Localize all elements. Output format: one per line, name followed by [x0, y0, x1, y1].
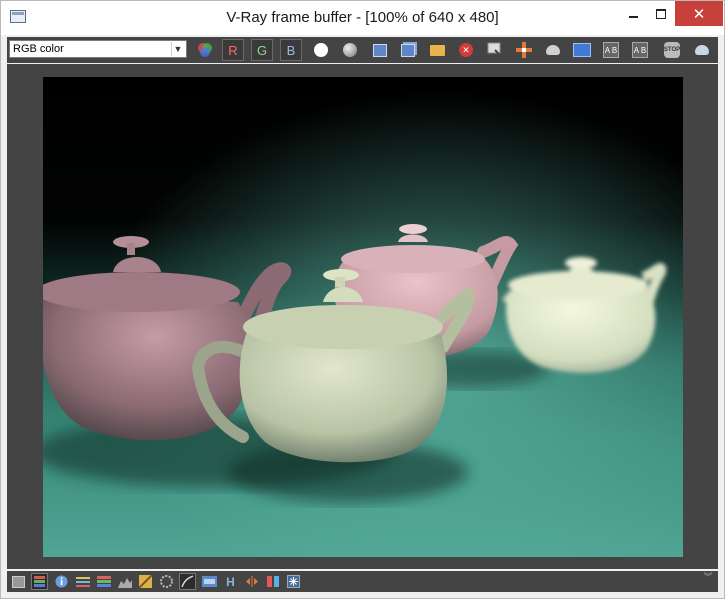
srgb-icon	[202, 576, 217, 587]
close-button[interactable]: ✕	[675, 1, 723, 26]
save-icon	[373, 43, 387, 57]
monochrome-icon	[314, 43, 328, 57]
render-region-button[interactable]	[542, 39, 564, 61]
render-viewport[interactable]	[7, 64, 718, 569]
save-all-button[interactable]	[397, 39, 419, 61]
curves-icon	[96, 576, 111, 587]
history-icon	[573, 43, 591, 57]
srgb-button[interactable]	[201, 573, 218, 590]
green-channel-label: G	[251, 39, 273, 61]
channel-select-value: RGB color	[13, 43, 64, 55]
settings-icon	[287, 575, 300, 588]
clear-icon: ✕	[459, 43, 473, 57]
red-channel-label: R	[222, 39, 244, 61]
split-button[interactable]	[243, 573, 260, 590]
compare-a-button[interactable]: A B	[600, 39, 622, 61]
history-icon	[266, 576, 279, 587]
channel-select[interactable]: RGB color ▼	[9, 40, 187, 58]
copy-to-max-icon	[487, 42, 503, 58]
exposure-button[interactable]	[116, 573, 133, 590]
folder-icon	[429, 44, 445, 56]
settings-button[interactable]	[285, 573, 302, 590]
teapot-icon	[546, 45, 560, 55]
hsv-button[interactable]	[158, 573, 175, 590]
maximize-icon	[656, 8, 666, 19]
h-label: H	[226, 574, 235, 589]
track-mouse-button[interactable]	[513, 39, 535, 61]
teapot-render	[43, 77, 683, 557]
info-button[interactable]	[53, 573, 70, 590]
save-all-icon	[401, 43, 415, 57]
info-icon	[55, 575, 68, 588]
frame-icon	[12, 575, 25, 588]
lens-effects-button[interactable]	[179, 573, 196, 590]
color-mode-button[interactable]	[194, 39, 216, 61]
close-icon: ✕	[692, 5, 706, 23]
compare-b-icon: A B	[632, 42, 648, 58]
load-button[interactable]	[426, 39, 448, 61]
alpha-icon	[343, 43, 357, 57]
green-channel-button[interactable]: G	[251, 39, 273, 61]
stop-button[interactable]: STOP	[661, 39, 683, 61]
lut-icon	[139, 575, 152, 588]
history-panel-button[interactable]	[264, 573, 281, 590]
copy-to-max-button[interactable]	[484, 39, 506, 61]
history-button[interactable]	[571, 39, 593, 61]
track-mouse-icon	[516, 42, 532, 58]
vfb-window: V-Ray frame buffer - [100% of 640 x 480]…	[0, 0, 725, 599]
blue-channel-label: B	[280, 39, 302, 61]
color-corrections-icon	[34, 576, 45, 587]
chevron-down-icon[interactable]: ▼	[171, 42, 184, 56]
curves-button[interactable]	[95, 573, 112, 590]
window-title: V-Ray frame buffer - [100% of 640 x 480]	[226, 9, 499, 26]
title-bar[interactable]: V-Ray frame buffer - [100% of 640 x 480]…	[1, 1, 724, 35]
maximize-button[interactable]	[647, 1, 675, 26]
color-corrections-button[interactable]	[31, 573, 48, 590]
split-icon	[245, 576, 258, 587]
hsv-icon	[160, 575, 173, 588]
clear-button[interactable]: ✕	[455, 39, 477, 61]
minimize-button[interactable]	[619, 1, 647, 26]
levels-button[interactable]	[74, 573, 91, 590]
h-button[interactable]: H	[222, 573, 239, 590]
rgb-color-icon	[198, 43, 212, 57]
levels-icon	[75, 577, 90, 587]
blue-channel-button[interactable]: B	[280, 39, 302, 61]
frame-button[interactable]	[10, 573, 27, 590]
compare-b-button[interactable]: A B	[629, 39, 651, 61]
render-teapot-icon	[695, 45, 709, 55]
lut-button[interactable]	[137, 573, 154, 590]
monochrome-button[interactable]	[310, 39, 332, 61]
minimize-icon	[628, 15, 638, 18]
lens-effects-icon	[181, 575, 194, 588]
rendered-image	[43, 77, 683, 557]
render-button[interactable]	[691, 39, 713, 61]
expand-icon[interactable]: ︾	[701, 573, 715, 588]
exposure-icon	[117, 578, 132, 588]
alpha-button[interactable]	[339, 39, 361, 61]
toolbar: RGB color ▼ R G B ✕ A B A B STOP	[7, 37, 718, 63]
red-channel-button[interactable]: R	[222, 39, 244, 61]
stop-icon: STOP	[664, 42, 680, 58]
status-bar: H ︾	[7, 571, 718, 592]
compare-a-icon: A B	[603, 42, 619, 58]
save-button[interactable]	[369, 39, 391, 61]
